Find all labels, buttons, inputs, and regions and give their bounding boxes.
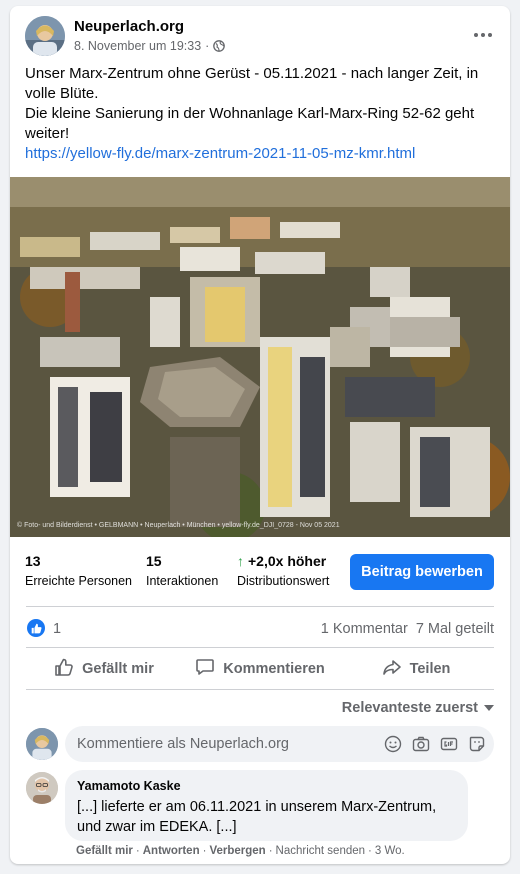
distribution-value: +2,0x höher xyxy=(248,553,327,569)
share-icon xyxy=(382,657,402,681)
post-meta: 8. November um 19:33 · xyxy=(74,39,226,53)
reach-stat[interactable]: 13 Erreichte Personen xyxy=(25,553,132,588)
like-reaction-icon[interactable] xyxy=(27,619,45,637)
interactions-label: Interaktionen xyxy=(146,574,219,588)
divider xyxy=(26,647,494,648)
globe-icon xyxy=(213,40,226,52)
post-insights: 13 Erreichte Personen 15 Interaktionen ↑… xyxy=(10,537,510,605)
interactions-value: 15 xyxy=(146,553,162,569)
like-button-label: Gefällt mir xyxy=(82,661,154,677)
comment-text: [...] lieferte er am 06.11.2021 in unser… xyxy=(77,799,437,835)
reach-value: 13 xyxy=(25,553,41,569)
like-count[interactable]: 1 xyxy=(53,621,61,637)
post-text: Unser Marx-Zentrum ohne Gerüst - 05.11.2… xyxy=(25,64,495,164)
post-actions: Gefällt mir Kommentieren Teilen xyxy=(26,649,494,689)
arrow-up-icon: ↑ xyxy=(237,553,244,569)
more-options-icon[interactable] xyxy=(470,22,496,48)
photo-credit: © Foto- und Bilderdienst • GELBMANN • Ne… xyxy=(17,521,340,529)
post-timestamp[interactable]: 8. November um 19:33 xyxy=(74,39,201,53)
comment-age[interactable]: 3 Wo. xyxy=(375,845,405,857)
post-header: Neuperlach.org 8. November um 19:33 · xyxy=(10,6,510,62)
post-link[interactable]: https://yellow-fly.de/marx-zentrum-2021-… xyxy=(25,144,495,164)
engagement-counts: 1 Kommentar 7 Mal geteilt xyxy=(321,621,494,637)
share-button[interactable]: Teilen xyxy=(338,649,494,689)
like-button[interactable]: Gefällt mir xyxy=(26,649,182,689)
share-count[interactable]: 7 Mal geteilt xyxy=(416,621,494,637)
interactions-stat[interactable]: 15 Interaktionen xyxy=(146,553,218,588)
gif-icon[interactable] xyxy=(440,735,458,758)
page-name[interactable]: Neuperlach.org xyxy=(74,18,184,35)
post-photo[interactable]: © Foto- und Bilderdienst • GELBMANN • Ne… xyxy=(10,177,510,537)
sort-label: Relevanteste zuerst xyxy=(341,700,478,716)
meta-separator: · xyxy=(368,845,372,857)
reactions-bar: 1 1 Kommentar 7 Mal geteilt xyxy=(10,612,510,646)
caret-down-icon xyxy=(484,705,494,711)
meta-separator: · xyxy=(268,845,273,857)
meta-separator: · xyxy=(135,845,140,857)
meta-separator: · xyxy=(202,845,207,857)
comment-author[interactable]: Yamamoto Kaske xyxy=(77,779,456,793)
comment-hide-link[interactable]: Verbergen xyxy=(209,845,265,857)
comment-author-avatar[interactable] xyxy=(26,772,58,804)
sticker-icon[interactable] xyxy=(468,735,486,758)
promote-post-button[interactable]: Beitrag bewerben xyxy=(350,554,494,590)
post-text-line: Die kleine Sanierung in der Wohnanlage K… xyxy=(25,105,475,142)
post-card: Neuperlach.org 8. November um 19:33 · Un… xyxy=(10,6,510,864)
comment-reply-link[interactable]: Antworten xyxy=(143,845,200,857)
commenter-avatar xyxy=(26,728,58,760)
comment-sort-dropdown[interactable]: Relevanteste zuerst xyxy=(342,700,494,716)
comment-count[interactable]: 1 Kommentar xyxy=(321,621,408,637)
camera-icon[interactable] xyxy=(412,735,430,758)
share-button-label: Teilen xyxy=(409,661,451,677)
page-avatar[interactable] xyxy=(25,16,65,56)
post-text-line: Unser Marx-Zentrum ohne Gerüst - 05.11.2… xyxy=(25,65,479,102)
comment-input-box xyxy=(65,726,494,762)
divider xyxy=(26,606,494,607)
comment-bubble: Yamamoto Kaske [...] lieferte er am 06.1… xyxy=(65,770,468,841)
comment-icon xyxy=(195,657,215,681)
comment-button-label: Kommentieren xyxy=(223,661,325,677)
reach-label: Erreichte Personen xyxy=(25,574,133,588)
comment-like-link[interactable]: Gefällt mir xyxy=(76,845,133,857)
divider xyxy=(26,689,494,690)
comment-tools xyxy=(384,735,486,758)
distribution-label: Distributionswert xyxy=(237,574,330,588)
comment-actions: Gefällt mir · Antworten · Verbergen · Na… xyxy=(76,845,405,857)
distribution-stat[interactable]: ↑ +2,0x höher Distributionswert xyxy=(237,553,329,588)
send-message-link[interactable]: Nachricht senden xyxy=(276,845,366,857)
emoji-icon[interactable] xyxy=(384,735,402,758)
comment-input[interactable] xyxy=(77,726,367,762)
thumbs-up-icon xyxy=(54,657,74,681)
meta-separator: · xyxy=(205,39,210,53)
comment-button[interactable]: Kommentieren xyxy=(182,649,338,689)
